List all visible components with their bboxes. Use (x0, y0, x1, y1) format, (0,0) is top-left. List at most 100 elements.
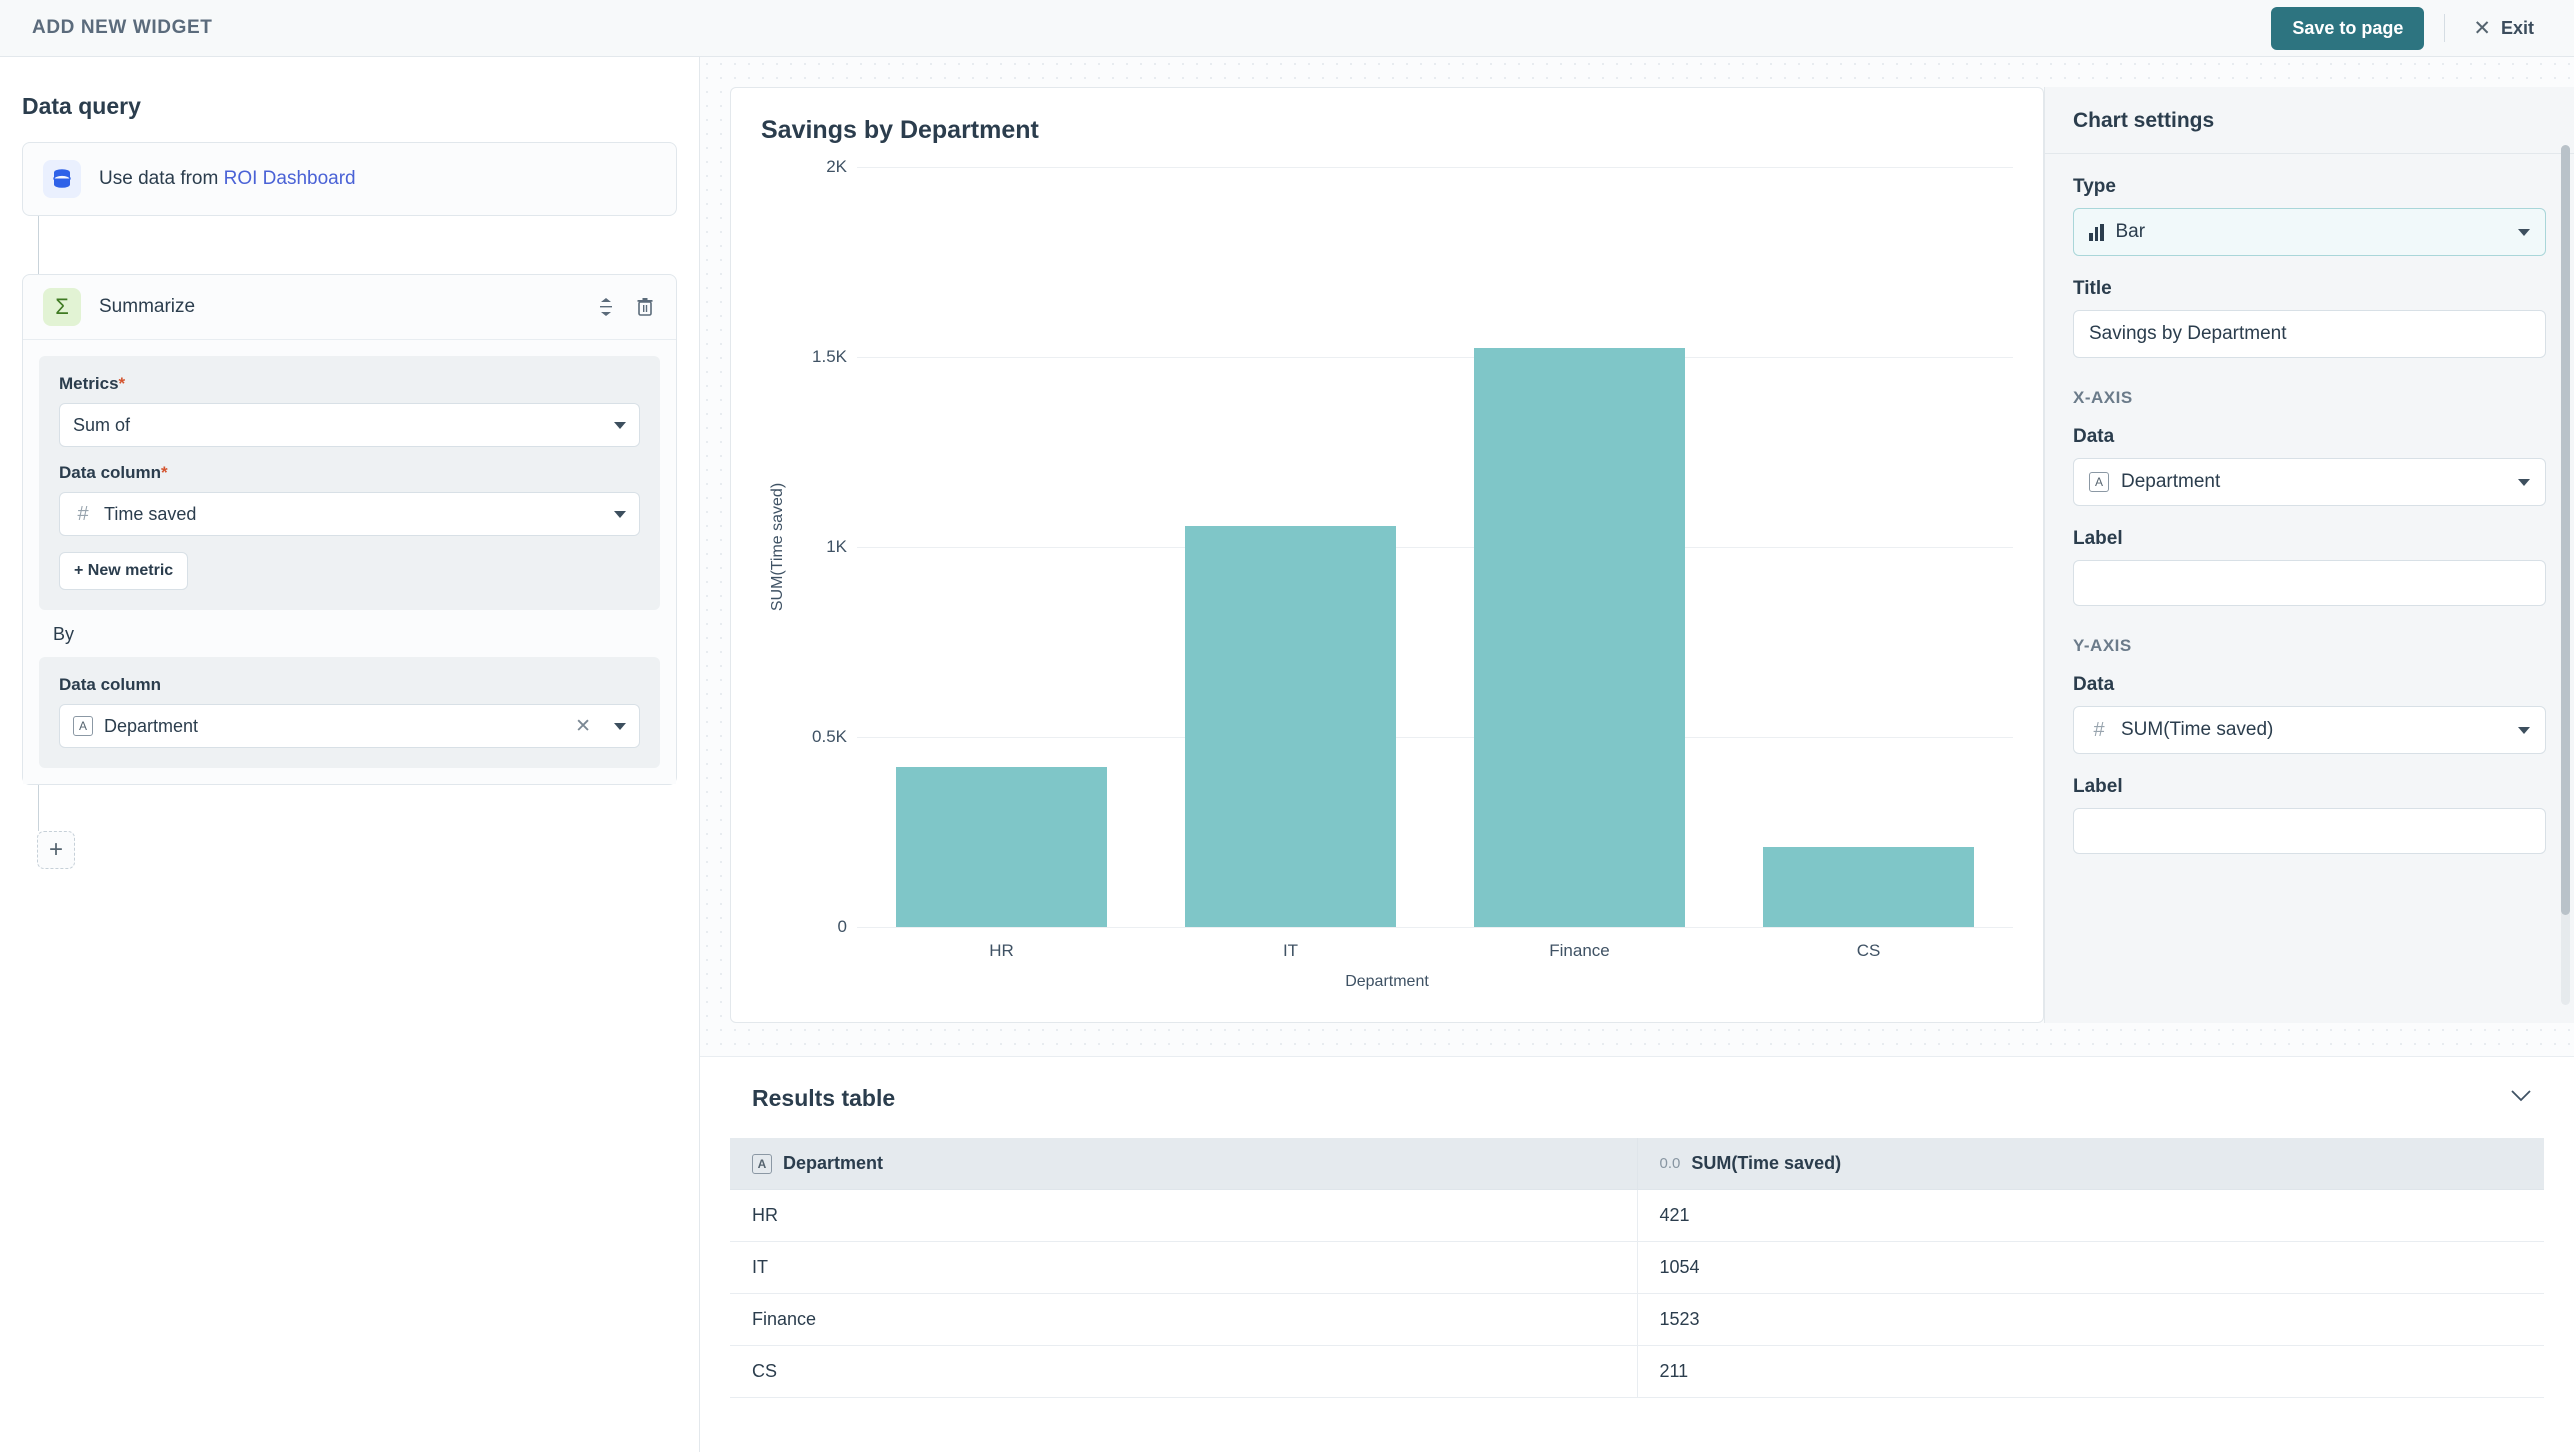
metric-data-column-select[interactable]: # Time saved (59, 492, 640, 536)
x-axis-group-label: X-AXIS (2073, 388, 2133, 407)
bar-slot (857, 167, 1146, 927)
y-axis-tick-label: 0 (837, 917, 847, 936)
data-source-prefix: Use data from (99, 168, 224, 189)
chart-settings-header: Chart settings (2045, 87, 2574, 154)
settings-scrollbar[interactable] (2561, 145, 2570, 1005)
column-header-department[interactable]: A Department (730, 1138, 1638, 1190)
cell-department: IT (730, 1241, 1638, 1294)
y-axis-data-select[interactable]: # SUM(Time saved) (2073, 706, 2546, 754)
title-label: Title (2073, 278, 2112, 299)
chart-title: Savings by Department (761, 116, 1039, 144)
metric-data-column-label-text: Data column (59, 463, 162, 482)
summarize-step-card: Σ Summarize Metrics* Sum of Data column*… (22, 274, 677, 785)
results-table-head: A Department 0.0 SUM(Time saved) (730, 1138, 2544, 1190)
new-metric-button[interactable]: + New metric (59, 552, 189, 590)
preview-panel: Savings by Department SUM(Time saved) 0 0… (700, 57, 2574, 1452)
x-label-label: Label (2073, 528, 2123, 549)
y-axis-tick-label: 0.5K (812, 727, 847, 746)
exit-label: Exit (2500, 17, 2534, 38)
text-type-icon: A (73, 716, 93, 736)
data-source-text: Use data from ROI Dashboard (99, 168, 356, 190)
bar-slot (1724, 167, 2013, 927)
sigma-icon: Σ (43, 288, 81, 326)
metrics-label-text: Metrics (59, 374, 119, 393)
chart-bars (857, 167, 2013, 927)
metric-group: Metrics* Sum of Data column* # Time save… (39, 356, 660, 610)
y-axis-title-wrap: SUM(Time saved) (761, 167, 795, 927)
chart-title-input-value: Savings by Department (2089, 323, 2287, 344)
chart-preview-card: Savings by Department SUM(Time saved) 0 0… (730, 87, 2044, 1023)
chart-plot: SUM(Time saved) 0 0.5K 1K 1.5K 2K HR IT Financ… (761, 157, 2013, 960)
add-step-button[interactable]: + (37, 831, 75, 869)
clear-selection-icon[interactable]: ✕ (575, 715, 591, 738)
number-type-icon: # (2093, 718, 2105, 741)
x-axis-tick-label: Finance (1549, 941, 1610, 960)
settings-scrollbar-thumb[interactable] (2561, 145, 2570, 915)
cell-sum: 421 (1637, 1189, 2544, 1242)
chart-title-input[interactable]: Savings by Department (2073, 310, 2546, 358)
cell-department: CS (730, 1345, 1638, 1398)
chart-type-select[interactable]: Bar (2073, 208, 2546, 256)
decimal-type-icon: 0.0 (1659, 1155, 1681, 1172)
by-data-column-label: Data column (59, 675, 162, 694)
y-axis-label-input[interactable] (2073, 808, 2546, 854)
bar[interactable] (1763, 846, 1974, 927)
chevron-down-icon (2518, 726, 2530, 734)
results-table-title: Results table (752, 1085, 896, 1111)
x-axis-ticks: HR IT Finance CS (857, 927, 2013, 961)
results-table: A Department 0.0 SUM(Time saved) HR 421 IT (730, 1138, 2544, 1398)
chevron-down-icon[interactable] (2510, 1089, 2532, 1108)
type-label: Type (2073, 176, 2116, 197)
column-header-department-label: Department (783, 1153, 884, 1173)
save-to-page-button[interactable]: Save to page (2271, 6, 2425, 50)
bar[interactable] (896, 767, 1107, 927)
x-axis-tick-label: CS (1856, 941, 1881, 960)
y-axis-group-label: Y-AXIS (2073, 636, 2132, 655)
page-title: ADD NEW WIDGET (32, 17, 213, 38)
chevron-down-icon (614, 722, 626, 730)
y-label-label: Label (2073, 776, 2123, 797)
main-area: Data query Use data from ROI Dashboard Σ… (0, 57, 2574, 1452)
cell-sum: 1523 (1637, 1293, 2544, 1346)
summarize-step-header: Σ Summarize (23, 275, 676, 340)
chart-settings-panel: Chart settings Type Bar Title Savings by… (2044, 87, 2574, 1023)
table-row: CS 211 (730, 1345, 2544, 1398)
x-axis-tick-label: IT (1282, 941, 1299, 960)
table-header-row: A Department 0.0 SUM(Time saved) (730, 1138, 2544, 1190)
x-axis-label-input[interactable] (2073, 560, 2546, 606)
bar[interactable] (1185, 526, 1396, 927)
delete-step-icon[interactable] (634, 295, 656, 319)
divider (2444, 14, 2446, 42)
y-data-label: Data (2073, 674, 2115, 695)
cell-sum: 1054 (1637, 1241, 2544, 1294)
cell-department: Finance (730, 1293, 1638, 1346)
chart-region: Savings by Department SUM(Time saved) 0 0… (700, 57, 2574, 1057)
data-source-link[interactable]: ROI Dashboard (224, 168, 356, 189)
bar[interactable] (1474, 348, 1685, 927)
x-axis-data-select[interactable]: A Department (2073, 458, 2546, 506)
bar-slot (1146, 167, 1435, 927)
metrics-value: Sum of (73, 414, 131, 435)
text-type-icon: A (2089, 472, 2109, 492)
exit-button[interactable]: ✕ Exit (2465, 14, 2542, 43)
metrics-select[interactable]: Sum of (59, 403, 640, 447)
x-axis-tick-label: HR (989, 941, 1014, 960)
y-axis-title: SUM(Time saved) (769, 482, 786, 612)
chevron-down-icon (614, 421, 626, 429)
data-source-card[interactable]: Use data from ROI Dashboard (22, 142, 677, 216)
data-query-panel: Data query Use data from ROI Dashboard Σ… (0, 57, 700, 1452)
y-axis-tick-label: 2K (826, 157, 847, 176)
y-axis-data-value: SUM(Time saved) (2121, 719, 2274, 740)
required-marker: * (161, 463, 168, 482)
chart-plot-area: HR IT Finance CS (857, 167, 2013, 960)
y-axis-tick-label: 1K (826, 537, 847, 556)
by-data-column-select[interactable]: A Department ✕ (59, 704, 640, 748)
database-icon (43, 160, 81, 198)
cell-department: HR (730, 1189, 1638, 1242)
results-table-body: HR 421 IT 1054 Finance 1523 CS 211 (730, 1189, 2544, 1398)
y-axis-ticks: 0 0.5K 1K 1.5K 2K (795, 157, 857, 936)
bar-chart-icon (2089, 223, 2104, 241)
column-header-sum[interactable]: 0.0 SUM(Time saved) (1637, 1138, 2544, 1190)
bar-slot (1435, 167, 1724, 927)
collapse-handle-icon[interactable] (596, 295, 616, 319)
